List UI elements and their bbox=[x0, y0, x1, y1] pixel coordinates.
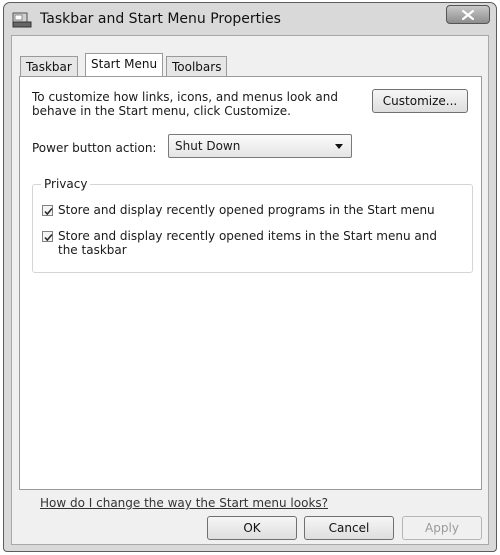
check-icon bbox=[44, 233, 53, 242]
store-items-label: Store and display recently opened items … bbox=[58, 229, 437, 257]
check-icon bbox=[44, 207, 53, 216]
customize-button[interactable]: Customize... bbox=[372, 89, 468, 113]
chevron-down-icon bbox=[335, 144, 343, 149]
store-items-checkbox[interactable] bbox=[42, 231, 53, 242]
cancel-button[interactable]: Cancel bbox=[304, 516, 394, 540]
privacy-group: Privacy Store and display recently opene… bbox=[32, 177, 473, 273]
tab-taskbar[interactable]: Taskbar bbox=[20, 56, 78, 76]
close-icon bbox=[462, 9, 474, 20]
ok-button[interactable]: OK bbox=[207, 516, 297, 540]
instructions-text: To customize how links, icons, and menus… bbox=[32, 90, 339, 118]
taskbar-icon bbox=[12, 12, 32, 28]
close-button[interactable] bbox=[446, 5, 490, 24]
tab-start-menu[interactable]: Start Menu bbox=[85, 53, 164, 76]
start-menu-panel: To customize how links, icons, and menus… bbox=[19, 76, 482, 490]
power-button-value: Shut Down bbox=[175, 139, 241, 153]
title-bar[interactable]: Taskbar and Start Menu Properties bbox=[4, 3, 496, 35]
apply-button[interactable]: Apply bbox=[402, 516, 482, 540]
privacy-group-label: Privacy bbox=[41, 177, 91, 191]
dialog-window: Taskbar and Start Menu Properties Taskba… bbox=[3, 2, 497, 552]
dialog-client-area: Taskbar Start Menu Toolbars To customize… bbox=[11, 35, 489, 545]
store-programs-label: Store and display recently opened progra… bbox=[58, 203, 435, 217]
store-programs-checkbox[interactable] bbox=[42, 205, 53, 216]
power-button-dropdown[interactable]: Shut Down bbox=[168, 134, 352, 158]
tab-toolbars[interactable]: Toolbars bbox=[166, 56, 228, 76]
store-programs-option[interactable]: Store and display recently opened progra… bbox=[42, 203, 458, 217]
window-title: Taskbar and Start Menu Properties bbox=[40, 11, 281, 27]
power-button-label: Power button action: bbox=[32, 141, 157, 155]
help-link[interactable]: How do I change the way the Start menu l… bbox=[40, 496, 328, 510]
store-items-option[interactable]: Store and display recently opened items … bbox=[42, 229, 458, 257]
